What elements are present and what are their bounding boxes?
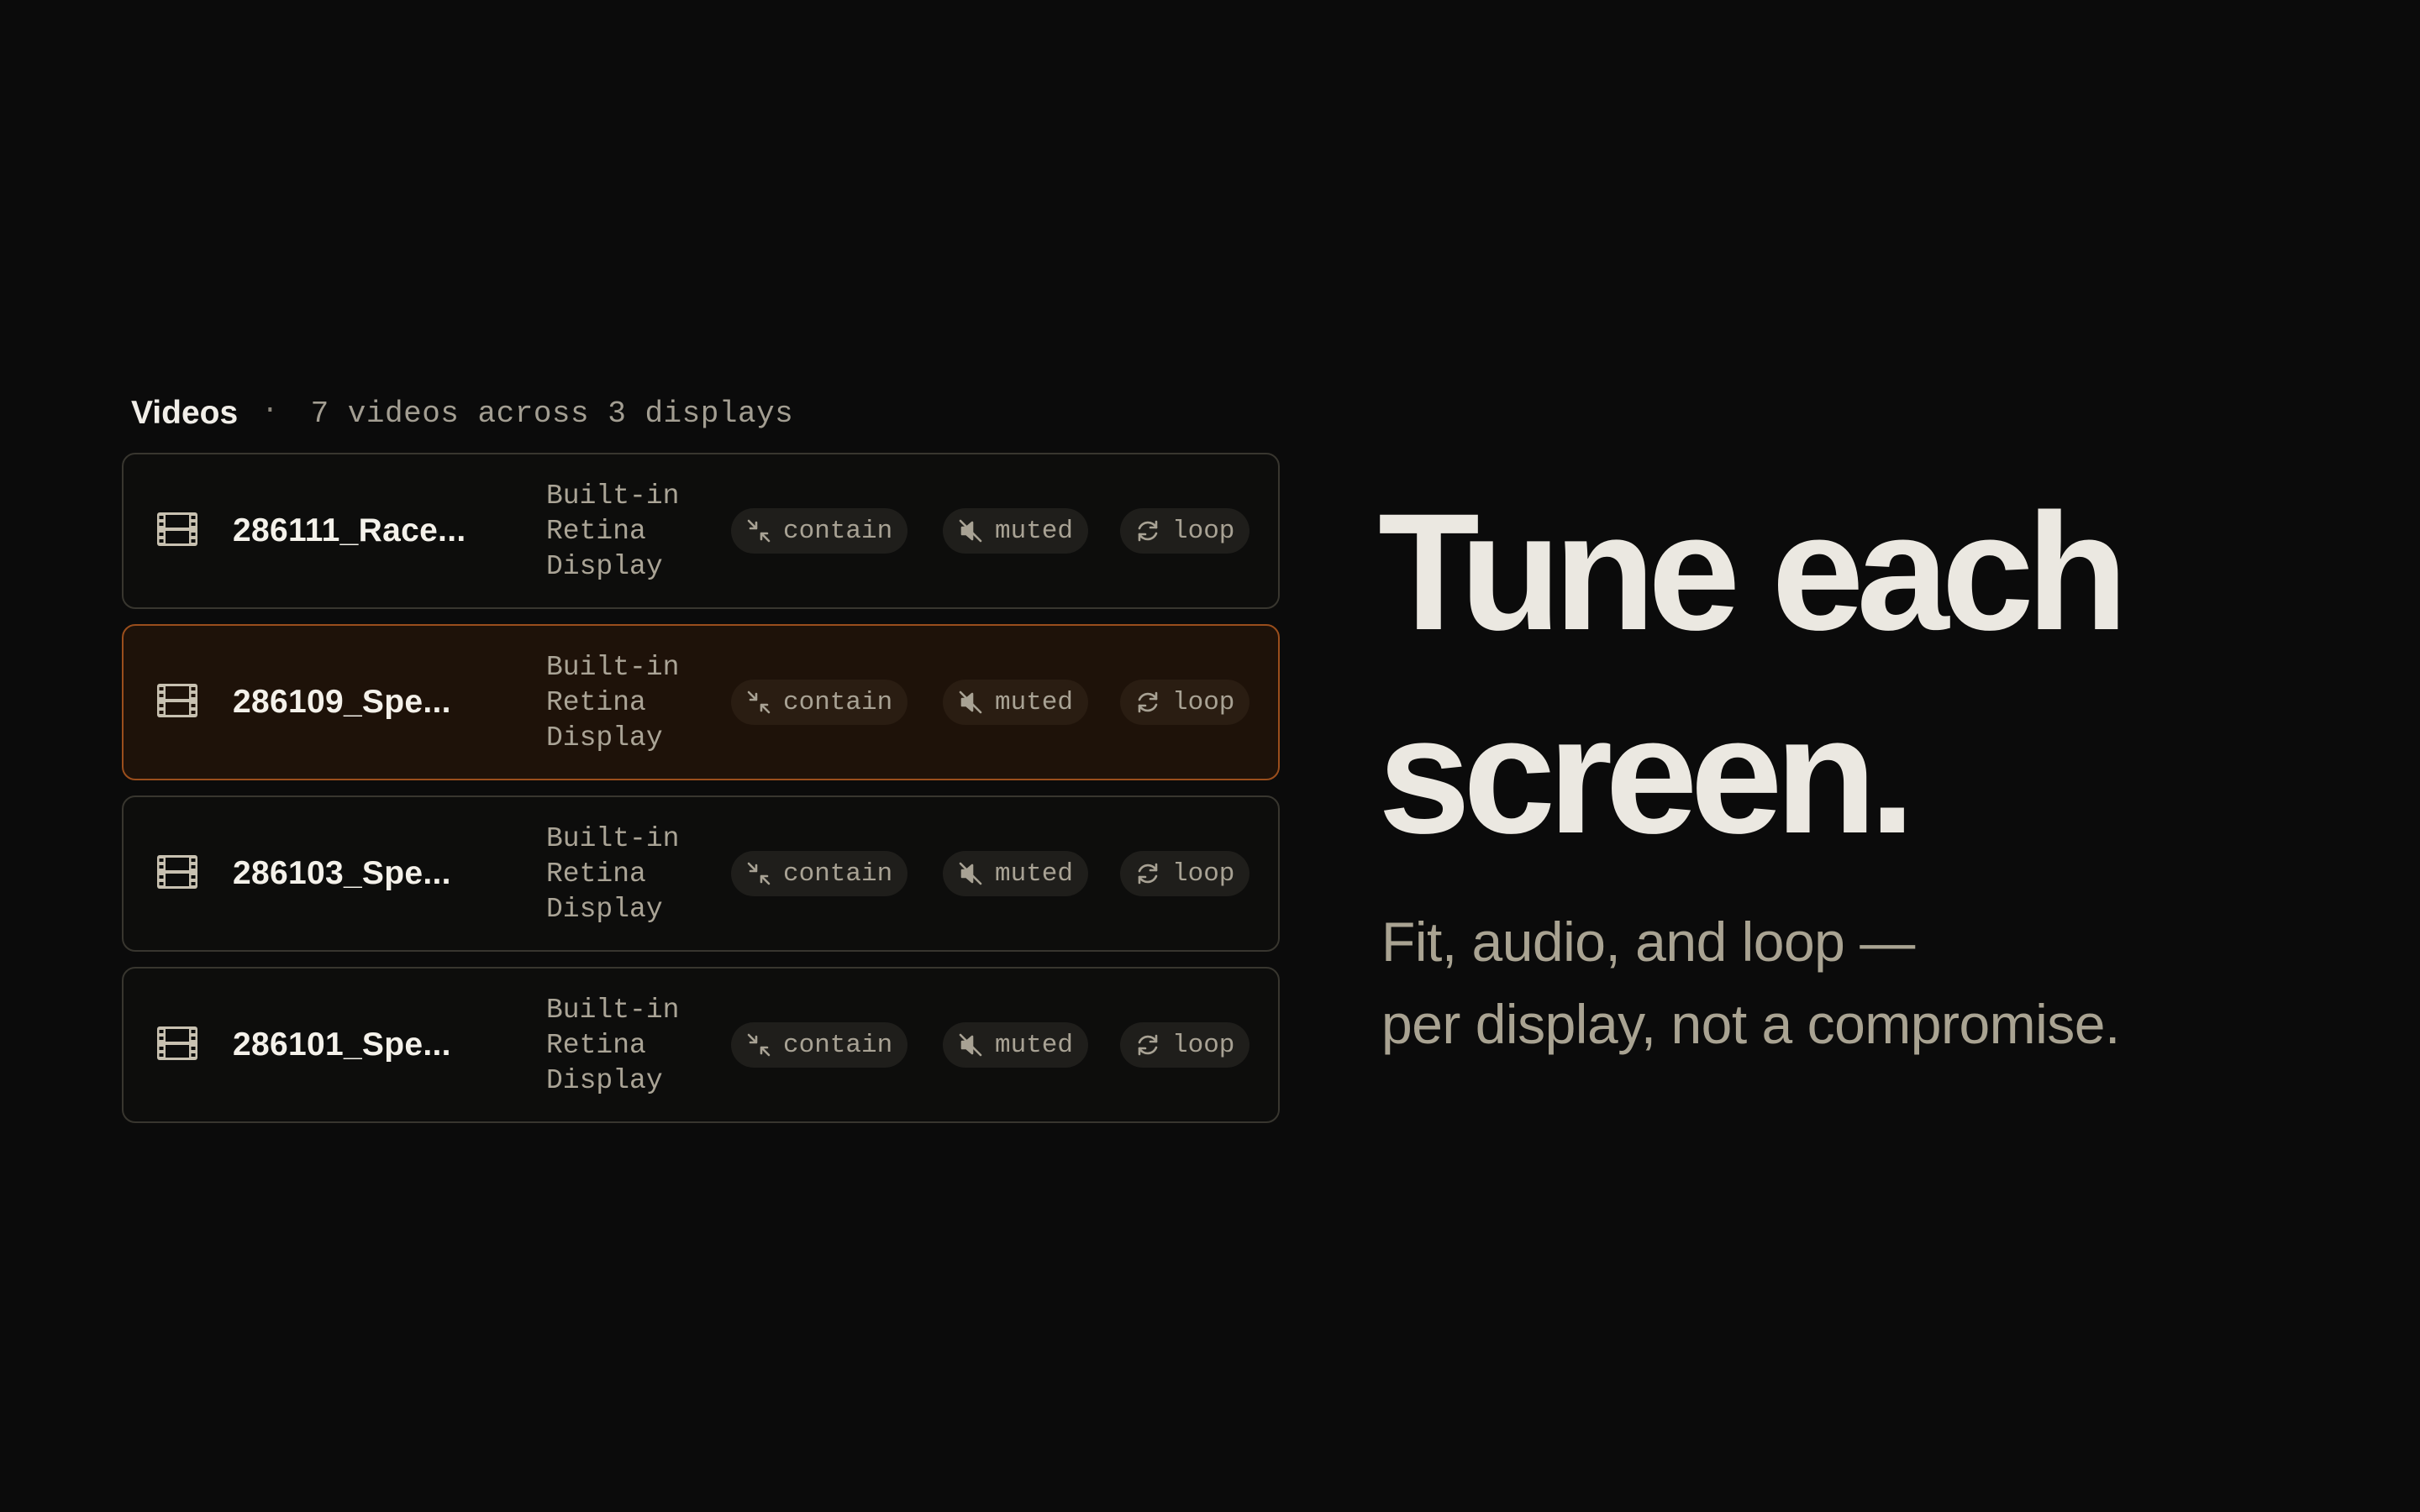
playback-label: loop — [1172, 1030, 1235, 1060]
tagline-line: Fit, audio, and loop — — [1381, 911, 1915, 973]
display-name-line: Retina — [546, 1030, 646, 1061]
contain-arrows-icon — [747, 519, 771, 543]
fit-label: contain — [783, 1030, 893, 1060]
header-separator: · — [261, 395, 279, 427]
fit-label: contain — [783, 687, 893, 717]
film-icon — [157, 512, 197, 546]
video-file-name: 286101_Spe... — [233, 1026, 451, 1063]
tagline: Fit, audio, and loop — per display, not … — [1381, 900, 2120, 1065]
fit-contain-chip[interactable]: contain — [731, 508, 908, 554]
audio-label: muted — [995, 1030, 1074, 1060]
headline-line: screen. — [1378, 682, 1915, 868]
panel-title: Videos — [131, 395, 239, 431]
speaker-muted-icon — [959, 519, 982, 543]
film-icon — [157, 684, 197, 717]
audio-label: muted — [995, 516, 1074, 546]
fit-label: contain — [783, 516, 893, 546]
hero-headline: Tune each screen. — [1378, 470, 2128, 877]
playback-label: loop — [1172, 858, 1235, 889]
audio-label: muted — [995, 687, 1074, 717]
loop-arrows-icon — [1138, 1034, 1158, 1056]
audio-muted-chip[interactable]: muted — [943, 1022, 1089, 1068]
display-name-line: Built-in — [546, 652, 680, 683]
video-row-selected[interactable]: 286109_Spe... Built-in Retina Display co… — [122, 624, 1280, 780]
display-name-line: Built-in — [546, 995, 680, 1026]
speaker-muted-icon — [959, 1033, 982, 1057]
audio-muted-chip[interactable]: muted — [943, 851, 1089, 896]
contain-arrows-icon — [747, 690, 771, 714]
display-name: Built-in Retina Display — [546, 822, 706, 927]
display-name-line: Retina — [546, 516, 646, 547]
audio-muted-chip[interactable]: muted — [943, 680, 1089, 725]
display-name-line: Built-in — [546, 480, 680, 512]
display-name-line: Display — [546, 894, 663, 925]
playback-loop-chip[interactable]: loop — [1120, 851, 1250, 896]
videos-panel: Videos · 7 videos across 3 displays 2861… — [122, 388, 1280, 1138]
video-row[interactable]: 286111_Race... Built-in Retina Display c… — [122, 453, 1280, 609]
display-name-line: Display — [546, 551, 663, 582]
tagline-line: per display, not a compromise. — [1381, 993, 2120, 1055]
video-list: 286111_Race... Built-in Retina Display c… — [122, 453, 1280, 1123]
video-count-summary: 7 videos across 3 displays — [310, 396, 794, 431]
speaker-muted-icon — [959, 690, 982, 714]
playback-loop-chip[interactable]: loop — [1120, 680, 1250, 725]
video-file-name: 286109_Spe... — [233, 684, 451, 720]
video-row[interactable]: 286103_Spe... Built-in Retina Display co… — [122, 795, 1280, 952]
video-row[interactable]: 286101_Spe... Built-in Retina Display co… — [122, 967, 1280, 1123]
fit-contain-chip[interactable]: contain — [731, 851, 908, 896]
display-name: Built-in Retina Display — [546, 650, 706, 756]
fit-contain-chip[interactable]: contain — [731, 680, 908, 725]
video-file-name: 286103_Spe... — [233, 855, 451, 891]
speaker-muted-icon — [959, 862, 982, 885]
display-name-line: Display — [546, 1065, 663, 1096]
playback-label: loop — [1172, 516, 1235, 546]
loop-arrows-icon — [1138, 863, 1158, 885]
playback-label: loop — [1172, 687, 1235, 717]
loop-arrows-icon — [1138, 691, 1158, 713]
contain-arrows-icon — [747, 862, 771, 885]
audio-muted-chip[interactable]: muted — [943, 508, 1089, 554]
audio-label: muted — [995, 858, 1074, 889]
playback-loop-chip[interactable]: loop — [1120, 508, 1250, 554]
panel-header: Videos · 7 videos across 3 displays — [122, 388, 1280, 438]
display-name: Built-in Retina Display — [546, 993, 706, 1099]
loop-arrows-icon — [1138, 520, 1158, 542]
fit-label: contain — [783, 858, 893, 889]
display-name-line: Built-in — [546, 823, 680, 854]
film-icon — [157, 855, 197, 889]
display-name-line: Retina — [546, 858, 646, 890]
contain-arrows-icon — [747, 1033, 771, 1057]
fit-contain-chip[interactable]: contain — [731, 1022, 908, 1068]
playback-loop-chip[interactable]: loop — [1120, 1022, 1250, 1068]
display-name-line: Retina — [546, 687, 646, 718]
video-file-name: 286111_Race... — [233, 512, 466, 549]
display-name-line: Display — [546, 722, 663, 753]
film-icon — [157, 1026, 197, 1060]
headline-line: Tune each — [1378, 479, 2128, 664]
display-name: Built-in Retina Display — [546, 479, 706, 585]
